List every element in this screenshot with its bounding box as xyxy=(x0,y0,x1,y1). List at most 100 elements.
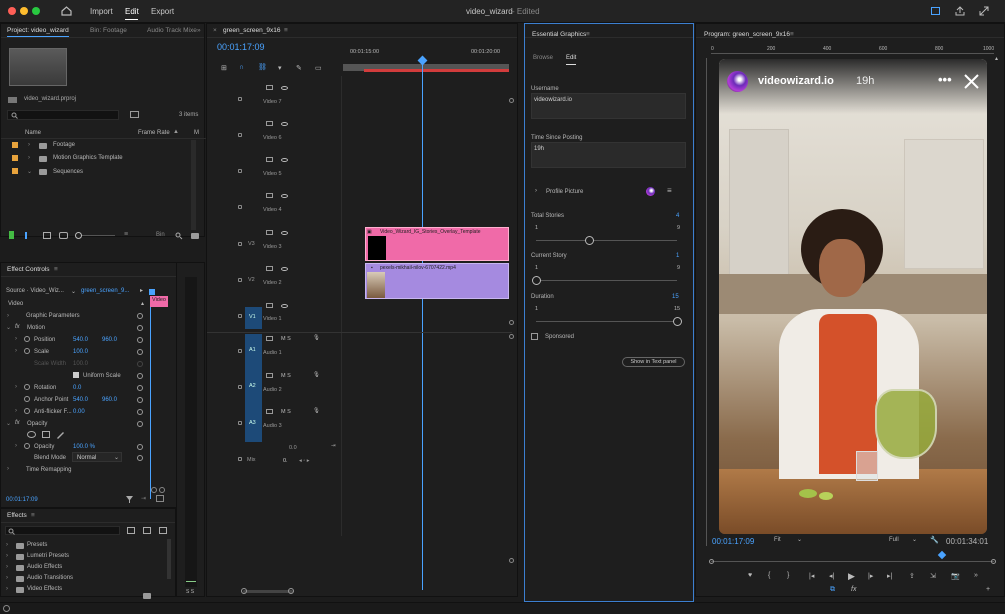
timeline-horizontal-scrollbar[interactable] xyxy=(243,590,293,593)
reset-icon[interactable] xyxy=(137,409,143,415)
graphic-parameters[interactable]: Graphic Parameters xyxy=(26,313,80,319)
track-id-a2[interactable]: A2 xyxy=(249,383,256,389)
minimize-window-button[interactable] xyxy=(20,7,28,15)
extract-icon[interactable]: ⇲ xyxy=(930,572,936,580)
column-frame-rate[interactable]: Frame Rate xyxy=(138,130,170,136)
snap-icon[interactable]: ∩ xyxy=(239,64,244,71)
uniform-scale-checkbox[interactable] xyxy=(73,372,79,378)
list-view-icon[interactable] xyxy=(25,232,33,239)
timeline-timecode[interactable]: 00:01:17:09 xyxy=(217,42,265,52)
chevron-right-icon[interactable]: › xyxy=(15,384,17,390)
sequence-link[interactable]: green_screen_9... xyxy=(81,288,129,294)
tab-bin-footage[interactable]: Bin: Footage xyxy=(90,27,127,34)
add-button-icon[interactable]: + xyxy=(986,586,990,593)
stopwatch-icon[interactable] xyxy=(24,384,30,390)
fx-icon[interactable]: fx xyxy=(15,420,20,426)
tab-sequence[interactable]: green_screen_9x16 xyxy=(223,27,280,34)
reset-icon[interactable] xyxy=(137,313,143,319)
total-stories-value[interactable]: 4 xyxy=(676,213,679,219)
reset-icon[interactable] xyxy=(137,455,143,461)
clip-overlay-template[interactable]: ▣ Video_Wizard_IG_Stories_Overlay_Templa… xyxy=(365,227,509,261)
scroll-handle[interactable] xyxy=(509,558,514,563)
zoom-slider-handle[interactable] xyxy=(75,232,82,239)
accelerated-effects-icon[interactable] xyxy=(127,527,135,534)
panel-menu-icon[interactable]: ≡ xyxy=(790,31,794,38)
ec-timecode[interactable]: 00:01:17:09 xyxy=(6,497,38,503)
reset-icon[interactable] xyxy=(137,373,143,379)
track-id-a3[interactable]: A3 xyxy=(249,420,256,426)
add-marker-icon[interactable]: ♥ xyxy=(748,572,752,579)
stopwatch-icon[interactable] xyxy=(24,348,30,354)
column-name[interactable]: Name xyxy=(25,130,41,136)
lock-icon[interactable] xyxy=(238,349,242,353)
scroll-handle[interactable] xyxy=(509,320,514,325)
freeform-view-icon[interactable] xyxy=(59,232,68,239)
writable-icon[interactable] xyxy=(9,231,14,239)
linked-selection-icon[interactable]: ⛓ xyxy=(258,63,267,71)
folder-footage[interactable]: Footage xyxy=(53,142,75,148)
sync-lock-icon[interactable] xyxy=(266,409,273,414)
fit-dropdown[interactable]: Fit ⌄ xyxy=(771,536,805,546)
mix-value-top[interactable]: 0.0 xyxy=(289,445,297,451)
scroll-handle[interactable] xyxy=(509,334,514,339)
effects-title[interactable]: Effects xyxy=(7,512,27,519)
panel-menu-icon[interactable]: ≡ xyxy=(284,27,288,34)
sponsored-checkbox[interactable] xyxy=(531,333,538,340)
nest-icon[interactable]: ⊞ xyxy=(221,64,227,72)
menu-import[interactable]: Import xyxy=(90,7,113,16)
program-playhead[interactable] xyxy=(937,550,947,560)
story-avatar[interactable] xyxy=(727,71,748,92)
lift-icon[interactable]: ⇪ xyxy=(909,572,915,580)
program-scrubber-track[interactable] xyxy=(711,561,994,562)
sync-lock-icon[interactable] xyxy=(266,121,273,126)
effects-scrollbar[interactable] xyxy=(167,539,171,579)
32bit-effects-icon[interactable] xyxy=(143,527,151,534)
reset-icon[interactable] xyxy=(137,385,143,391)
effects-video-effects[interactable]: Video Effects xyxy=(27,586,62,592)
chevron-down-icon[interactable]: ⌄ xyxy=(27,168,32,175)
lock-icon[interactable] xyxy=(238,133,242,137)
sync-lock-icon[interactable] xyxy=(266,85,273,90)
wrench-icon[interactable]: 🔧 xyxy=(930,536,939,544)
folder-motion-graphics[interactable]: Motion Graphics Template xyxy=(53,155,123,161)
fx-icon[interactable]: fx xyxy=(15,324,20,330)
track-id-v2[interactable]: V2 xyxy=(248,277,255,283)
menu-lines-icon[interactable]: ≡ xyxy=(667,186,672,195)
folder-sequences[interactable]: Sequences xyxy=(53,169,83,175)
step-forward-icon[interactable]: |▸ xyxy=(868,572,873,580)
fx-icon[interactable]: fx xyxy=(851,586,856,593)
column-media[interactable]: M xyxy=(194,130,199,136)
stopwatch-icon[interactable] xyxy=(24,408,30,414)
home-icon[interactable] xyxy=(61,6,72,16)
zoom-out-handle[interactable] xyxy=(151,487,157,493)
current-story-handle[interactable] xyxy=(532,276,541,285)
project-scrollbar[interactable] xyxy=(191,140,196,230)
new-bin-icon[interactable] xyxy=(143,593,151,599)
project-thumbnail[interactable] xyxy=(9,48,67,86)
new-folder-icon[interactable] xyxy=(191,233,199,239)
chevron-right-icon[interactable]: › xyxy=(7,313,9,319)
chevron-right-icon[interactable]: › xyxy=(28,155,30,161)
eye-icon[interactable] xyxy=(281,267,288,271)
current-story-slider[interactable] xyxy=(536,280,677,281)
position-y[interactable]: 960.0 xyxy=(102,337,117,343)
mark-in-icon[interactable]: { xyxy=(768,572,770,579)
program-video-frame[interactable]: videowizard.io 19h ••• xyxy=(719,59,987,534)
clip-bar[interactable]: Video xyxy=(150,296,168,307)
reset-icon[interactable] xyxy=(137,421,143,427)
stopwatch-icon[interactable] xyxy=(24,336,30,342)
track-target-v1[interactable]: V1 xyxy=(245,307,262,329)
reset-icon[interactable] xyxy=(137,337,143,343)
lock-icon[interactable] xyxy=(238,421,242,425)
sync-lock-icon[interactable] xyxy=(266,303,273,308)
total-stories-handle[interactable] xyxy=(584,236,594,245)
anchor-x[interactable]: 540.0 xyxy=(73,397,88,403)
lock-icon[interactable] xyxy=(238,242,242,246)
eye-icon[interactable] xyxy=(281,122,288,126)
antiflicker-value[interactable]: 0.00 xyxy=(73,409,85,415)
project-search-input[interactable] xyxy=(7,110,119,120)
eye-icon[interactable] xyxy=(281,304,288,308)
show-in-text-panel-button[interactable]: Show in Text panel xyxy=(622,357,685,367)
lock-icon[interactable] xyxy=(238,169,242,173)
reset-icon[interactable] xyxy=(137,444,143,450)
